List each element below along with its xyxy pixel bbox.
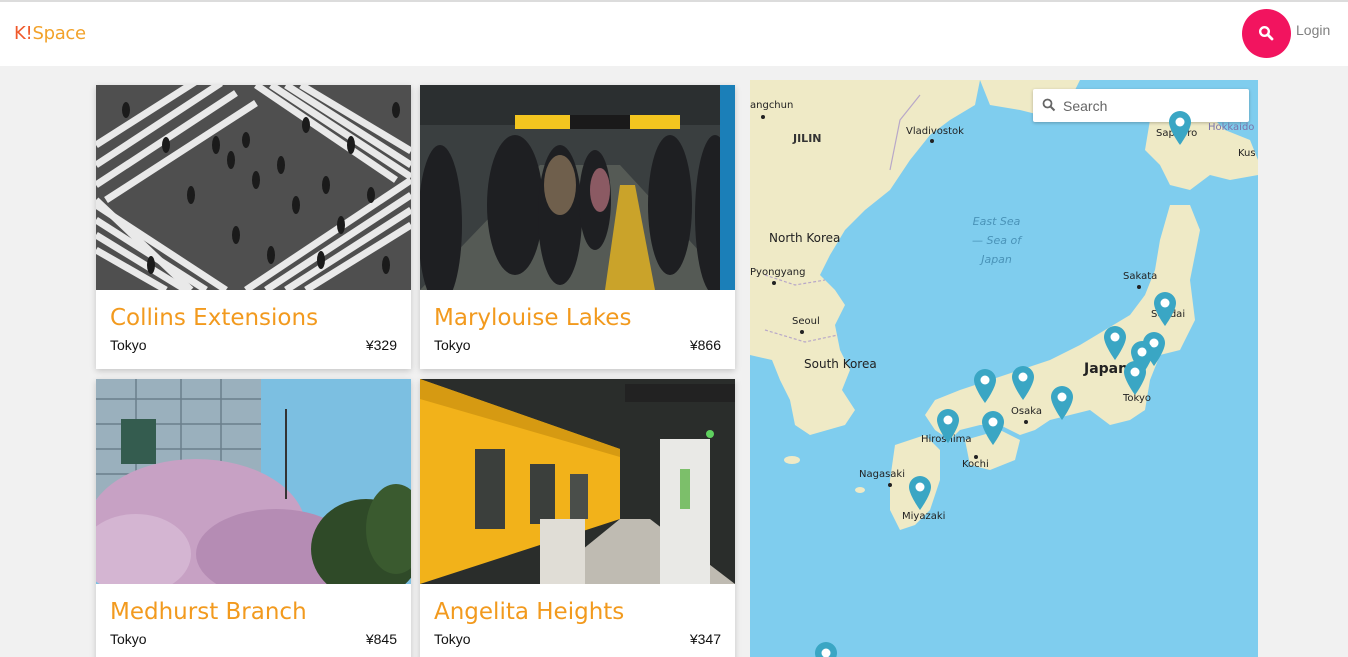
listing-city: Tokyo: [434, 631, 471, 647]
map-label-east-sea: East Sea — Sea of Japan: [972, 212, 1021, 269]
map-city-dot: [800, 330, 804, 334]
listing-price: ¥866: [689, 337, 721, 353]
map-label-pyongyang: Pyongyang: [750, 267, 806, 278]
listing-card[interactable]: Angelita Heights Tokyo ¥347: [420, 379, 735, 657]
map-label-kushiro: Kus: [1238, 148, 1256, 159]
map-city-dot: [888, 483, 892, 487]
search-icon: [1042, 98, 1056, 112]
map-city-dot: [1137, 285, 1141, 289]
map-label-miyazaki: Miyazaki: [902, 511, 946, 522]
listing-photo-crosswalk[interactable]: [96, 85, 411, 290]
map-pin-icon[interactable]: [907, 475, 933, 511]
listing-city: Tokyo: [110, 337, 147, 353]
listing-price: ¥347: [689, 631, 721, 647]
map-pin-icon[interactable]: [1152, 291, 1178, 327]
map-label-sakata: Sakata: [1123, 271, 1158, 282]
app-header: K!Space Login: [0, 2, 1348, 66]
map-label-north-korea: North Korea: [769, 231, 841, 245]
listing-title[interactable]: Marylouise Lakes: [434, 305, 631, 331]
listing-title[interactable]: Collins Extensions: [110, 305, 318, 331]
map-city-dot: [930, 139, 934, 143]
map-label-kochi: Kochi: [962, 459, 989, 470]
map-pin-icon[interactable]: [980, 410, 1006, 446]
listing-city: Tokyo: [110, 631, 147, 647]
map-label-changchun: angchun: [750, 100, 794, 111]
listing-photo-cherry-blossom[interactable]: [96, 379, 411, 584]
map-label-south-korea: South Korea: [804, 357, 877, 371]
map-label-jilin: JILIN: [793, 132, 822, 145]
search-icon: [1258, 25, 1274, 41]
search-button[interactable]: [1242, 9, 1291, 58]
map-city-dot: [761, 115, 765, 119]
map-pin-icon[interactable]: [813, 641, 839, 657]
map-pin-icon[interactable]: [972, 368, 998, 404]
map-label-vladivostok: Vladivostok: [906, 126, 964, 137]
listings-map[interactable]: angchun JILIN Vladivostok Sapporo Hokkai…: [750, 80, 1258, 657]
sea-line-2: — Sea of: [972, 234, 1022, 247]
map-pin-icon[interactable]: [1122, 360, 1148, 396]
login-link[interactable]: Login: [1296, 22, 1330, 38]
map-label-seoul: Seoul: [792, 316, 820, 327]
listing-photo-yellow-train[interactable]: [420, 379, 735, 584]
map-city-dot: [772, 281, 776, 285]
map-search-box[interactable]: [1033, 89, 1249, 122]
map-label-hokkaido: Hokkaido: [1208, 122, 1255, 133]
sea-line-3: Japan: [981, 253, 1012, 266]
map-pin-icon[interactable]: [1102, 325, 1128, 361]
map-pin-icon[interactable]: [935, 408, 961, 444]
logo-prefix: K: [14, 23, 26, 44]
map-city-dot: [1024, 420, 1028, 424]
listing-city: Tokyo: [434, 337, 471, 353]
map-pin-icon[interactable]: [1010, 365, 1036, 401]
listing-title[interactable]: Angelita Heights: [434, 599, 624, 625]
app-logo[interactable]: K!Space: [14, 23, 86, 44]
listing-card[interactable]: Marylouise Lakes Tokyo ¥866: [420, 85, 735, 369]
listing-price: ¥329: [365, 337, 397, 353]
map-pin-icon[interactable]: [1049, 385, 1075, 421]
listing-card[interactable]: Medhurst Branch Tokyo ¥845: [96, 379, 411, 657]
listing-price: ¥845: [365, 631, 397, 647]
map-label-osaka: Osaka: [1011, 406, 1042, 417]
map-pin-icon[interactable]: [1167, 110, 1193, 146]
listing-photo-station-walkway[interactable]: [420, 85, 735, 290]
logo-suffix: Space: [32, 23, 86, 44]
sea-line-1: East Sea: [972, 215, 1021, 228]
listing-card[interactable]: Collins Extensions Tokyo ¥329: [96, 85, 411, 369]
map-label-nagasaki: Nagasaki: [859, 469, 905, 480]
listing-title[interactable]: Medhurst Branch: [110, 599, 307, 625]
map-search-input[interactable]: [1063, 95, 1243, 117]
